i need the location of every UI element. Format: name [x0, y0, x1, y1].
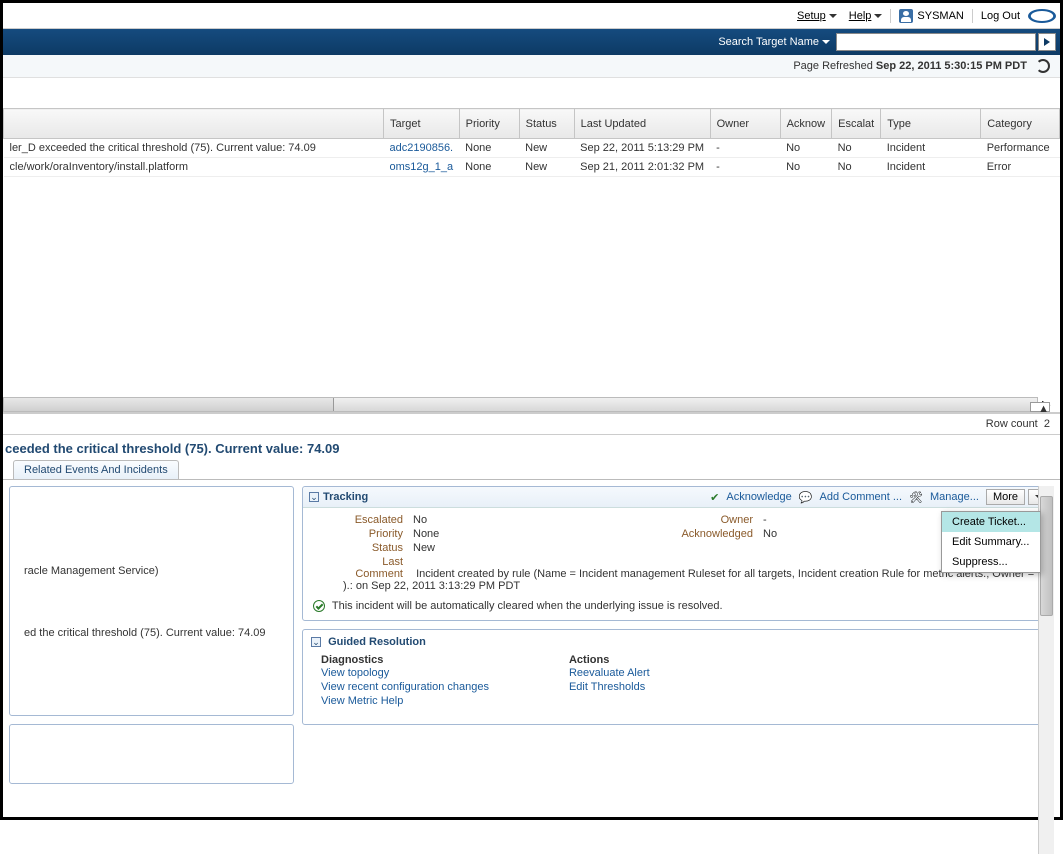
user-icon	[899, 9, 913, 23]
horizontal-scrollbar[interactable]	[3, 397, 1038, 412]
check-icon: ✔	[710, 491, 719, 504]
left-text-1: racle Management Service)	[18, 555, 285, 587]
caret-down-icon	[822, 40, 830, 44]
manage-icon: 🛠	[909, 491, 923, 504]
search-go-button[interactable]	[1038, 33, 1056, 51]
collapse-toggle-icon[interactable]: ⌄	[311, 637, 321, 647]
more-dropdown-menu: Create Ticket... Edit Summary... Suppres…	[941, 511, 1041, 573]
scrollbar-thumb[interactable]	[1040, 496, 1053, 616]
owner-value: -	[763, 514, 863, 526]
last-comment-label: Last Comment	[343, 556, 403, 580]
priority-value: None	[413, 528, 663, 540]
oracle-logo-icon	[1028, 9, 1056, 23]
actions-heading: Actions	[569, 654, 650, 666]
incidents-table-region: Target Priority Status Last Updated Owne…	[3, 108, 1060, 413]
reevaluate-alert-link[interactable]: Reevaluate Alert	[569, 666, 650, 680]
tracking-panel: ⌄ Tracking ✔ Acknowledge 💬 Add Comment .…	[302, 486, 1054, 621]
search-input[interactable]	[836, 33, 1036, 51]
auto-clear-note: This incident will be automatically clea…	[303, 596, 1053, 620]
incident-detail-title: ceeded the critical threshold (75). Curr…	[3, 435, 1060, 460]
table-row[interactable]: ler_D exceeded the critical threshold (7…	[4, 139, 1060, 158]
separator	[972, 9, 973, 23]
help-menu[interactable]: Help	[849, 10, 883, 22]
escalated-value: No	[413, 514, 663, 526]
col-summary[interactable]	[4, 109, 384, 139]
col-owner[interactable]: Owner	[710, 109, 780, 139]
refresh-icon[interactable]	[1036, 59, 1050, 73]
scrollbar-thumb[interactable]	[4, 398, 334, 411]
table-row[interactable]: cle/work/oraInventory/install.platform o…	[4, 158, 1060, 177]
setup-menu[interactable]: Setup	[797, 10, 837, 22]
owner-label: Owner	[663, 514, 763, 526]
tab-related-events[interactable]: Related Events And Incidents	[13, 460, 179, 479]
menu-edit-summary[interactable]: Edit Summary...	[942, 532, 1040, 552]
guided-title: Guided Resolution	[328, 636, 426, 648]
separator	[890, 9, 891, 23]
diagnostics-heading: Diagnostics	[321, 654, 489, 666]
arrow-right-icon	[1044, 38, 1050, 46]
caret-down-icon	[829, 14, 837, 18]
col-escalated[interactable]: Escalat	[832, 109, 881, 139]
logout-link[interactable]: Log Out	[981, 10, 1020, 22]
row-count-bar: Row count 2 ▲	[3, 413, 1060, 435]
detail-tabs: Related Events And Incidents	[3, 460, 1060, 480]
tracking-title: Tracking	[323, 491, 368, 503]
top-menu-bar: Setup Help SYSMAN Log Out	[3, 3, 1060, 29]
acknowledged-value: No	[763, 528, 863, 540]
incidents-table: Target Priority Status Last Updated Owne…	[3, 108, 1060, 177]
edit-thresholds-link[interactable]: Edit Thresholds	[569, 680, 650, 694]
add-comment-link[interactable]: Add Comment ...	[817, 491, 906, 503]
search-bar: Search Target Name	[3, 29, 1060, 55]
acknowledged-label: Acknowledged	[663, 528, 763, 540]
view-topology-link[interactable]: View topology	[321, 666, 489, 680]
left-empty-panel	[9, 724, 294, 784]
col-target[interactable]: Target	[384, 109, 460, 139]
collapse-toggle-icon[interactable]: ⌄	[309, 492, 319, 502]
comment-icon: 💬	[799, 491, 813, 504]
check-circle-icon	[313, 600, 325, 612]
col-priority[interactable]: Priority	[459, 109, 519, 139]
menu-suppress[interactable]: Suppress...	[942, 552, 1040, 572]
acknowledge-link[interactable]: Acknowledge	[723, 491, 794, 503]
left-info-panel: racle Management Service) ed the critica…	[9, 486, 294, 716]
page-refresh-status: Page Refreshed Sep 22, 2011 5:30:15 PM P…	[3, 55, 1060, 78]
view-metric-help-link[interactable]: View Metric Help	[321, 694, 489, 708]
escalated-label: Escalated	[313, 514, 413, 526]
user-menu[interactable]: SYSMAN	[899, 9, 963, 23]
col-last-updated[interactable]: Last Updated	[574, 109, 710, 139]
guided-resolution-panel: ⌄ Guided Resolution Diagnostics View top…	[302, 629, 1054, 725]
collapse-up-icon[interactable]: ▲	[1030, 402, 1050, 412]
col-category[interactable]: Category	[981, 109, 1060, 139]
col-acknowledged[interactable]: Acknow	[780, 109, 832, 139]
manage-link[interactable]: Manage...	[927, 491, 982, 503]
target-link[interactable]: oms12g_1_a	[384, 158, 460, 177]
view-recent-config-link[interactable]: View recent configuration changes	[321, 680, 489, 694]
caret-down-icon	[874, 14, 882, 18]
search-label[interactable]: Search Target Name	[718, 36, 830, 48]
status-label: Status	[313, 542, 413, 554]
target-link[interactable]: adc2190856.	[384, 139, 460, 158]
last-comment-value: Incident created by rule (Name = Inciden…	[343, 568, 1034, 592]
left-text-2: ed the critical threshold (75). Current …	[18, 617, 285, 649]
menu-create-ticket[interactable]: Create Ticket...	[942, 512, 1040, 532]
col-type[interactable]: Type	[881, 109, 981, 139]
more-button[interactable]: More	[986, 489, 1025, 505]
priority-label: Priority	[313, 528, 413, 540]
col-status[interactable]: Status	[519, 109, 574, 139]
status-value: New	[413, 542, 663, 554]
